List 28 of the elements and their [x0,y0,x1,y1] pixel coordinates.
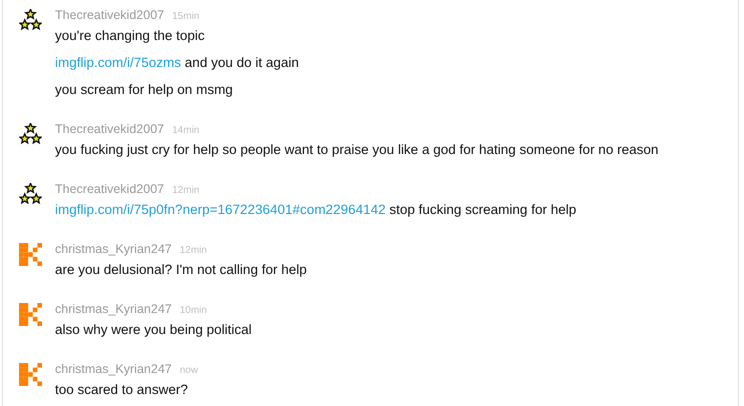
timestamp: 10min [180,305,207,316]
username[interactable]: christmas_Kyrian247 [55,302,172,316]
timestamp: 15min [172,11,200,22]
message-text: too scared to answer? [55,381,189,399]
username[interactable]: christmas_Kyrian247 [55,242,172,256]
message-text: you're changing the topic [55,27,206,45]
username[interactable]: Thecreativekid2007 [55,122,164,136]
message-text: are you delusional? I'm not calling for help [55,261,307,279]
timestamp: 12min [172,185,200,196]
stars-avatar-icon [19,123,42,146]
timestamp: 14min [172,125,200,136]
stars-avatar-icon [19,183,42,206]
letter-k-avatar-icon [19,303,42,326]
stars-avatar-icon [19,9,42,32]
message-text: imgflip.com/i/75ozms and you do it again [55,54,299,72]
message-text: you fucking just cry for help so people want to praise you like a god for hating someone for no reason [55,141,658,159]
timestamp: now [180,365,198,376]
letter-k-avatar-icon [19,363,42,386]
username[interactable]: Thecreativekid2007 [55,8,164,22]
link[interactable]: imgflip.com/i/75p0fn?nerp=1672236401#com22964142 [55,202,386,217]
link[interactable]: imgflip.com/i/75ozms [55,55,182,70]
letter-k-avatar-icon [19,243,42,266]
message-text: also why were you being political [55,321,252,339]
username[interactable]: christmas_Kyrian247 [55,362,172,376]
username[interactable]: Thecreativekid2007 [55,182,164,196]
message-text: imgflip.com/i/75p0fn?nerp=1672236401#com22964142 stop fucking screaming for help [55,201,576,219]
timestamp: 12min [180,245,207,256]
message-text: you scream for help on msmg [55,81,234,99]
